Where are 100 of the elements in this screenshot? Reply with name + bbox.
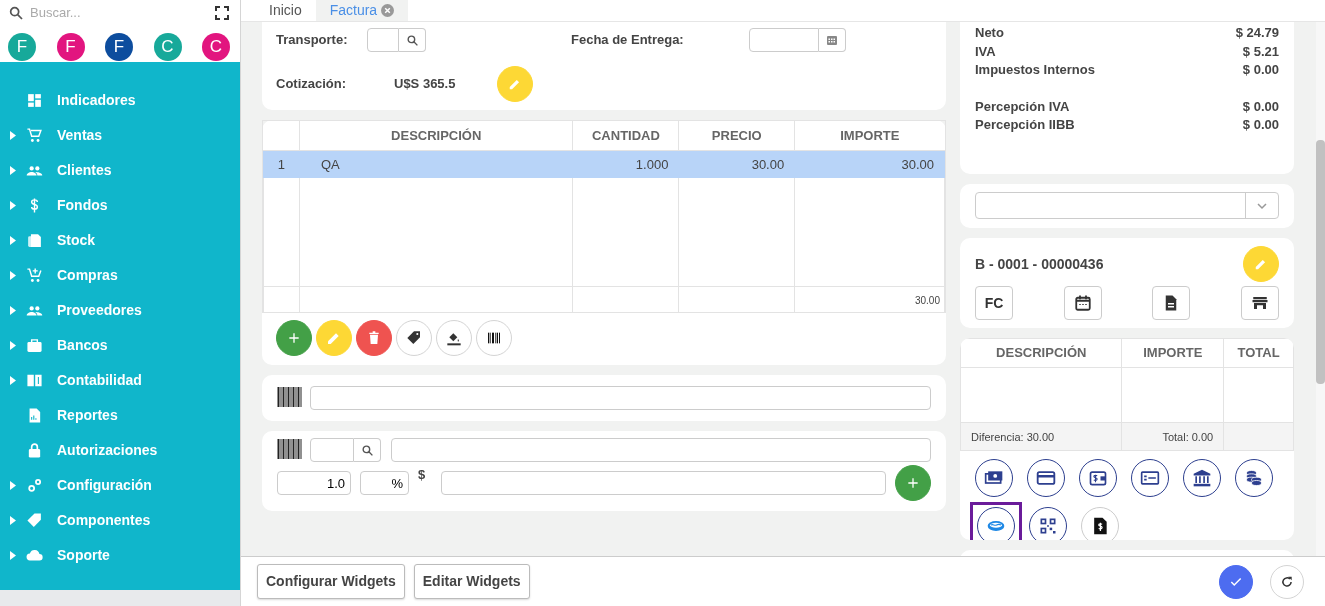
price-field[interactable] bbox=[441, 471, 886, 495]
table-cell: 1.000 bbox=[573, 150, 679, 178]
tag-icon bbox=[26, 512, 43, 529]
menu-item[interactable]: Clientes bbox=[57, 160, 112, 181]
menu-item[interactable]: Stock bbox=[57, 230, 96, 251]
product-field[interactable] bbox=[391, 438, 931, 462]
column-header: TOTAL bbox=[1223, 338, 1294, 368]
barcode-icon bbox=[486, 330, 502, 346]
field-label: Fecha de Entrega: bbox=[571, 31, 685, 50]
document-number: B - 0001 - 00000436 bbox=[975, 254, 1104, 274]
plus-icon bbox=[286, 330, 302, 346]
widget-button[interactable]: Editar Widgets bbox=[413, 564, 530, 599]
code-field[interactable] bbox=[310, 438, 354, 462]
table-row[interactable]: 1 QA 1.000 30.00 30.00 bbox=[263, 150, 945, 178]
tag-icon bbox=[406, 330, 422, 346]
currency-label: $ bbox=[418, 466, 426, 484]
qr-code-icon bbox=[1038, 516, 1058, 536]
avatar[interactable]: C bbox=[153, 33, 182, 61]
barcode-field[interactable] bbox=[310, 386, 931, 410]
total-label: Percepción IIBB bbox=[975, 116, 1075, 134]
close-icon[interactable] bbox=[381, 4, 395, 17]
tab[interactable]: Factura bbox=[315, 0, 409, 21]
book-icon bbox=[26, 372, 43, 389]
avatar[interactable]: F bbox=[8, 33, 36, 61]
transport-field[interactable] bbox=[367, 28, 399, 52]
menu-item[interactable]: Bancos bbox=[57, 335, 108, 356]
tag-button[interactable] bbox=[396, 320, 432, 356]
scrollbar[interactable] bbox=[1316, 22, 1325, 556]
menu-item[interactable]: Autorizaciones bbox=[57, 440, 158, 461]
widget-button[interactable]: Configurar Widgets bbox=[257, 564, 405, 599]
date-field[interactable] bbox=[749, 28, 819, 52]
calendar-button[interactable] bbox=[1063, 286, 1102, 320]
avatar[interactable]: C bbox=[202, 33, 230, 61]
barcode-button[interactable] bbox=[476, 320, 512, 356]
avatar[interactable]: F bbox=[105, 33, 133, 61]
document-type-button[interactable]: FC bbox=[975, 286, 1013, 320]
id-card-icon bbox=[1140, 468, 1160, 488]
column-header: PRECIO bbox=[678, 121, 795, 150]
coins-icon bbox=[1244, 468, 1264, 488]
field-label: Cotización: bbox=[276, 75, 348, 94]
wallet-icon bbox=[1088, 468, 1108, 488]
difference-text: Diferencia: 30.00 bbox=[971, 430, 1055, 443]
menu-item[interactable]: Fondos bbox=[57, 195, 108, 216]
search-button[interactable] bbox=[399, 28, 426, 52]
add-button[interactable] bbox=[276, 320, 312, 356]
total-amount: $ 24.79 bbox=[1235, 24, 1279, 42]
percent-field[interactable]: % bbox=[360, 471, 409, 495]
total-amount: $ 0.00 bbox=[1242, 61, 1279, 79]
menu-item[interactable]: Componentes bbox=[57, 510, 151, 531]
add-button[interactable] bbox=[895, 465, 931, 501]
paint-bucket-icon bbox=[446, 330, 462, 346]
quantity-field[interactable]: 1.0 bbox=[277, 471, 351, 495]
total-label: IVA bbox=[975, 42, 996, 61]
menu-item[interactable]: Compras bbox=[57, 265, 118, 286]
total-amount: $ 0.00 bbox=[1242, 97, 1279, 116]
total-amount: $ 0.00 bbox=[1242, 116, 1279, 134]
plus-icon bbox=[906, 476, 920, 490]
exchange-rate: U$S 365.5 bbox=[394, 75, 457, 94]
search-button[interactable] bbox=[354, 438, 381, 462]
search-icon bbox=[360, 443, 374, 457]
field-label: Transporte: bbox=[276, 31, 349, 50]
menu-item[interactable]: Proveedores bbox=[57, 300, 142, 321]
total-text: Total: 0.00 bbox=[1162, 430, 1214, 443]
total-amount: $ 5.21 bbox=[1242, 42, 1279, 61]
menu-item[interactable]: Ventas bbox=[57, 125, 103, 146]
confirm-button[interactable] bbox=[1219, 564, 1253, 599]
total-label: Impuestos Internos bbox=[975, 61, 1095, 79]
stack-icon bbox=[26, 232, 43, 249]
menu-item[interactable]: Contabilidad bbox=[57, 370, 142, 391]
column-header: IMPORTE bbox=[794, 121, 945, 150]
menu-item[interactable]: Indicadores bbox=[57, 90, 136, 111]
lock-icon bbox=[26, 442, 43, 459]
menu-item[interactable]: Soporte bbox=[57, 545, 110, 566]
menu-item[interactable]: Reportes bbox=[57, 405, 118, 426]
cart-plus-icon bbox=[26, 267, 43, 284]
menu-item[interactable]: Configuración bbox=[57, 475, 152, 496]
document-button[interactable] bbox=[1152, 286, 1191, 320]
table-cell: 1 bbox=[263, 150, 300, 178]
dashboard-icon bbox=[26, 92, 43, 109]
search-icon bbox=[405, 33, 419, 47]
store-button[interactable] bbox=[1240, 286, 1279, 320]
avatar[interactable]: F bbox=[56, 33, 85, 61]
pencil-icon bbox=[1254, 257, 1268, 271]
column-header: CANTIDAD bbox=[573, 121, 679, 150]
fill-button[interactable] bbox=[436, 320, 472, 356]
trash-icon bbox=[366, 330, 382, 346]
calendar-icon bbox=[826, 34, 838, 46]
credit-card-icon bbox=[1036, 468, 1056, 488]
column-header: DESCRIPCIÓN bbox=[960, 338, 1122, 368]
total-label: Percepción IVA bbox=[975, 97, 1070, 116]
fullscreen-icon[interactable] bbox=[214, 5, 230, 21]
store-icon bbox=[1250, 294, 1269, 312]
column-header: IMPORTE bbox=[1122, 338, 1224, 368]
refresh-button[interactable] bbox=[1270, 564, 1304, 599]
cart-icon bbox=[26, 127, 43, 144]
refresh-icon bbox=[1280, 574, 1294, 589]
barcode-icon bbox=[277, 387, 302, 409]
table-total: 30.00 bbox=[914, 294, 940, 306]
barcode-icon bbox=[277, 439, 302, 461]
gears-icon bbox=[26, 477, 43, 494]
